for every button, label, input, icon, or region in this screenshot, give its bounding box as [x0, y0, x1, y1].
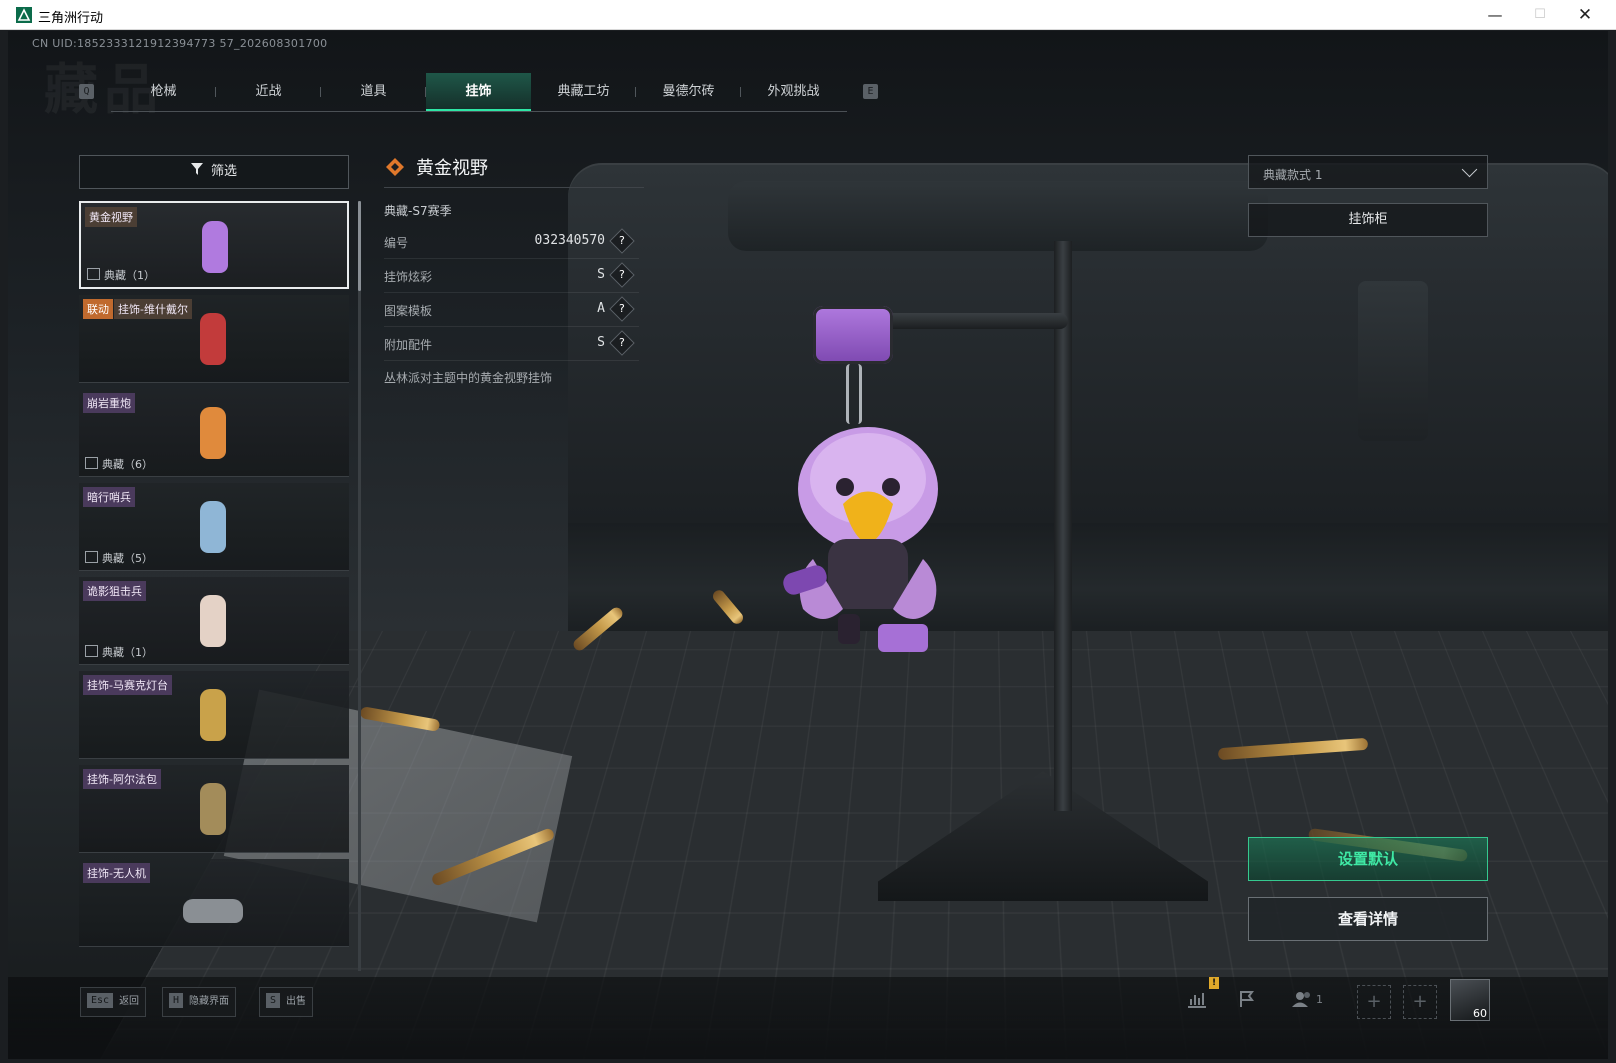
charm-hook	[813, 306, 893, 364]
detail-header: 黄金视野	[384, 151, 644, 188]
maximize-button[interactable]: ☐	[1517, 0, 1563, 30]
warning-badge: !	[1209, 977, 1219, 989]
prev-tab-key-hint[interactable]: Q	[79, 84, 94, 99]
scrollbar-thumb[interactable]	[358, 201, 361, 291]
charm-thumbnail	[200, 501, 226, 553]
friends-icon[interactable]	[1288, 989, 1318, 1017]
detail-title: 黄金视野	[416, 158, 488, 179]
rarity-label: 典藏（1）	[87, 267, 155, 283]
style-dropdown-value: 典藏款式 1	[1263, 168, 1323, 182]
list-scrollbar[interactable]	[358, 201, 361, 971]
sell-hint-button[interactable]: S 出售	[259, 987, 314, 1017]
charm-thumbnail	[200, 783, 226, 835]
view-details-button[interactable]: 查看详情	[1248, 897, 1488, 941]
item-name-tag: 暗行哨兵	[83, 487, 135, 507]
collection-icon	[85, 551, 98, 563]
help-icon[interactable]: ?	[609, 262, 635, 288]
detail-row-pattern: 图案模板 A ?	[384, 293, 639, 327]
list-item[interactable]: 崩岩重炮 典藏（6）	[79, 389, 349, 477]
rarity-label: 典藏（1）	[85, 644, 153, 660]
next-tab-key-hint[interactable]: E	[863, 84, 878, 99]
charm-description: 丛林派对主题中的黄金视野挂饰	[384, 371, 553, 385]
list-item[interactable]: 联动 挂饰-维什戴尔	[79, 295, 349, 383]
add-teammate-slot[interactable]: +	[1357, 985, 1391, 1019]
item-name-tag: 挂饰-无人机	[83, 863, 150, 883]
window-titlebar: 三角洲行动 — ☐ ✕	[0, 0, 1616, 30]
charm-thumbnail	[183, 899, 243, 923]
tab-items[interactable]: 道具	[321, 73, 426, 111]
item-name-tag: 诡影狙击兵	[83, 581, 146, 601]
charm-thumbnail	[202, 221, 228, 273]
charm-thumbnail	[200, 595, 226, 647]
minimize-button[interactable]: —	[1472, 0, 1518, 30]
stand-arm-decor	[868, 313, 1068, 329]
hide-ui-hint-button[interactable]: H 隐藏界面	[162, 987, 237, 1017]
charm-cabinet-button[interactable]: 挂饰柜	[1248, 203, 1488, 237]
detail-row-serial: 编号 032340570 ?	[384, 225, 639, 259]
category-tabs: 枪械 近战 道具 挂饰 典藏工坊 曼德尔砖 外观挑战	[111, 73, 847, 112]
style-dropdown[interactable]: 典藏款式 1	[1248, 155, 1488, 189]
item-name-tag: 挂饰-阿尔法包	[83, 769, 161, 789]
list-item[interactable]: 诡影狙击兵 典藏（1）	[79, 577, 349, 665]
item-name-tag: 挂饰-马赛克灯台	[83, 675, 172, 695]
filter-funnel-icon	[190, 156, 203, 188]
stats-icon[interactable]	[1182, 989, 1212, 1017]
tab-appearance-challenge[interactable]: 外观挑战	[741, 73, 846, 111]
add-teammate-slot[interactable]: +	[1403, 985, 1437, 1019]
list-item[interactable]: 挂饰-马赛克灯台	[79, 671, 349, 759]
collection-icon	[85, 645, 98, 657]
list-item[interactable]: 挂饰-无人机	[79, 859, 349, 947]
charm-thumbnail	[200, 407, 226, 459]
filter-button[interactable]: 筛选	[79, 155, 349, 189]
detail-row-color: 挂饰炫彩 S ?	[384, 259, 639, 293]
collab-tag: 联动	[83, 299, 113, 319]
game-viewport: 藏品 CN UID:1852333121912394773 57_2026083…	[8, 31, 1608, 1059]
player-level: 60	[1473, 1007, 1487, 1020]
tab-melee[interactable]: 近战	[216, 73, 321, 111]
rarity-label: 典藏（6）	[85, 456, 153, 472]
charm-list: 黄金视野 典藏（1） 联动 挂饰-维什戴尔 崩岩重炮 典藏（6） 暗行哨兵 典藏（…	[79, 201, 349, 971]
golden-vision-charm-model[interactable]	[783, 409, 953, 659]
case-latch-decor	[1358, 281, 1428, 441]
back-hint-button[interactable]: Esc 返回	[80, 987, 147, 1017]
item-name-tag: 挂饰-维什戴尔	[114, 299, 192, 319]
flag-icon[interactable]	[1232, 989, 1262, 1017]
list-item[interactable]: 挂饰-阿尔法包	[79, 765, 349, 853]
help-icon[interactable]: ?	[609, 330, 635, 356]
charm-thumbnail	[200, 313, 226, 365]
app-logo-icon	[16, 7, 32, 23]
tab-mandel-bricks[interactable]: 曼德尔砖	[636, 73, 741, 111]
charm-thumbnail	[200, 689, 226, 741]
case-band-decor	[568, 523, 1608, 633]
item-name-tag: 崩岩重炮	[83, 393, 135, 413]
set-default-button[interactable]: 设置默认	[1248, 837, 1488, 881]
tab-charms[interactable]: 挂饰	[426, 73, 531, 111]
uid-watermark: CN UID:1852333121912394773 57_2026083017…	[32, 37, 328, 50]
item-name-tag: 黄金视野	[85, 207, 137, 227]
tab-collection-workshop[interactable]: 典藏工坊	[531, 73, 636, 111]
orange-diamond-icon	[386, 158, 404, 176]
detail-row-accessory: 附加配件 S ?	[384, 327, 639, 361]
friends-count: 1	[1316, 993, 1323, 1006]
help-icon[interactable]: ?	[609, 228, 635, 254]
player-avatar[interactable]: 60	[1450, 979, 1490, 1021]
tab-firearms[interactable]: 枪械	[111, 73, 216, 111]
case-handle-decor	[728, 181, 1268, 251]
season-label: 典藏-S7赛季	[384, 204, 452, 218]
chevron-down-icon	[1461, 161, 1478, 178]
rarity-label: 典藏（5）	[85, 550, 153, 566]
help-icon[interactable]: ?	[609, 296, 635, 322]
list-item[interactable]: 黄金视野 典藏（1）	[79, 201, 349, 289]
close-button[interactable]: ✕	[1562, 0, 1608, 30]
window-title: 三角洲行动	[38, 11, 104, 26]
list-item[interactable]: 暗行哨兵 典藏（5）	[79, 483, 349, 571]
collection-icon	[85, 457, 98, 469]
collection-icon	[87, 268, 100, 280]
filter-label: 筛选	[210, 164, 237, 179]
